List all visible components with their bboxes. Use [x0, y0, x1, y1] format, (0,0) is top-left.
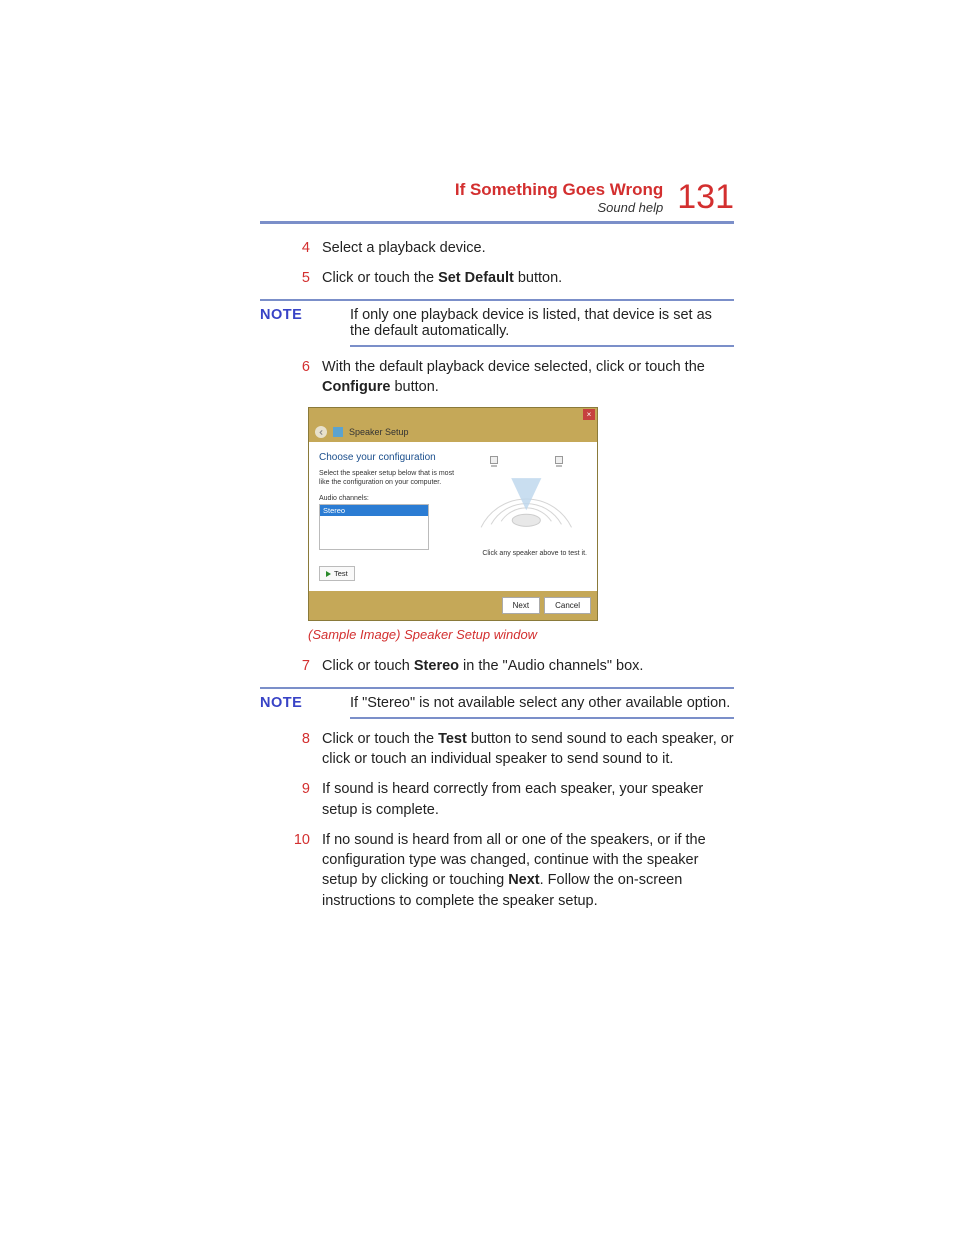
dialog-description: Select the speaker setup below that is m… — [319, 469, 466, 487]
left-speaker-icon[interactable] — [490, 456, 498, 464]
step-text: If no sound is heard from all or one of … — [322, 830, 734, 911]
divider — [260, 221, 734, 224]
step-number: 8 — [280, 729, 310, 770]
play-icon — [326, 571, 331, 577]
dialog-nav: Speaker Setup — [309, 422, 597, 442]
step-text: If sound is heard correctly from each sp… — [322, 779, 734, 820]
step-text: Click or touch the Set Default button. — [322, 268, 734, 288]
step-number: 6 — [280, 357, 310, 398]
step-8: 8 Click or touch the Test button to send… — [280, 729, 734, 770]
dialog-hint: Click any speaker above to test it. — [466, 550, 587, 557]
cancel-button[interactable]: Cancel — [544, 597, 591, 614]
note-label: NOTE — [260, 307, 350, 339]
image-caption: (Sample Image) Speaker Setup window — [308, 627, 734, 642]
divider — [260, 687, 734, 689]
divider — [260, 299, 734, 301]
divider — [350, 345, 734, 347]
step-4: 4 Select a playback device. — [280, 238, 734, 258]
step-5: 5 Click or touch the Set Default button. — [280, 268, 734, 288]
step-text: With the default playback device selecte… — [322, 357, 734, 398]
arc-graphic — [466, 452, 587, 542]
audio-channels-label: Audio channels: — [319, 495, 466, 502]
dialog-footer: Next Cancel — [309, 591, 597, 620]
next-button[interactable]: Next — [502, 597, 540, 614]
note-block: NOTE If only one playback device is list… — [260, 307, 734, 339]
speaker-diagram — [466, 452, 587, 542]
audio-channels-listbox[interactable]: Stereo — [319, 504, 429, 550]
back-icon[interactable] — [315, 426, 327, 438]
page-header: If Something Goes Wrong Sound help 131 — [260, 180, 734, 215]
listbox-item-stereo[interactable]: Stereo — [320, 505, 428, 516]
test-button[interactable]: Test — [319, 566, 355, 581]
note-block: NOTE If "Stereo" is not available select… — [260, 695, 734, 711]
divider — [350, 717, 734, 719]
note-text: If "Stereo" is not available select any … — [350, 695, 734, 711]
speaker-setup-dialog: × Speaker Setup Choose your configuratio… — [308, 407, 598, 621]
dialog-heading: Choose your configuration — [319, 452, 466, 463]
step-7: 7 Click or touch Stereo in the "Audio ch… — [280, 656, 734, 676]
step-text: Click or touch the Test button to send s… — [322, 729, 734, 770]
close-button[interactable]: × — [583, 409, 595, 420]
speaker-icon — [333, 427, 343, 437]
dialog-titlebar: × — [309, 408, 597, 422]
step-number: 5 — [280, 268, 310, 288]
step-9: 9 If sound is heard correctly from each … — [280, 779, 734, 820]
note-text: If only one playback device is listed, t… — [350, 307, 734, 339]
step-text: Select a playback device. — [322, 238, 734, 258]
step-6: 6 With the default playback device selec… — [280, 357, 734, 398]
section-title: Sound help — [455, 200, 663, 215]
step-10: 10 If no sound is heard from all or one … — [280, 830, 734, 911]
step-number: 9 — [280, 779, 310, 820]
step-text: Click or touch Stereo in the "Audio chan… — [322, 656, 734, 676]
step-number: 10 — [280, 830, 310, 911]
chapter-title: If Something Goes Wrong — [455, 180, 663, 200]
dialog-title: Speaker Setup — [349, 427, 409, 437]
right-speaker-icon[interactable] — [555, 456, 563, 464]
page-number: 131 — [677, 180, 734, 214]
note-label: NOTE — [260, 695, 350, 711]
step-number: 4 — [280, 238, 310, 258]
step-number: 7 — [280, 656, 310, 676]
